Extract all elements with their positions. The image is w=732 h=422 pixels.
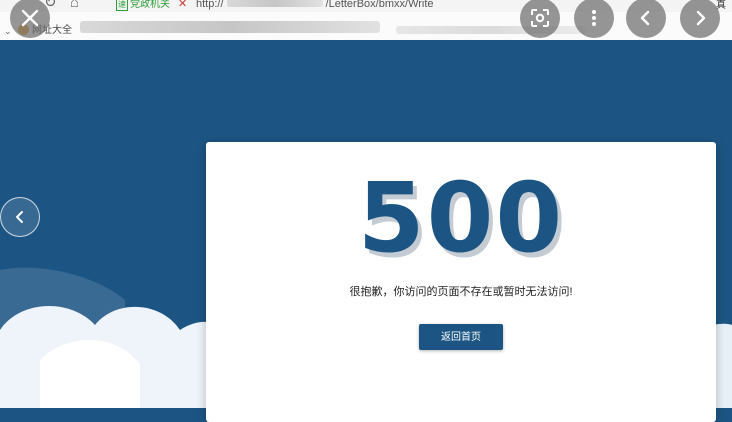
chevron-left-icon (640, 10, 650, 26)
address-prefix: http:// (196, 0, 224, 10)
error-code: 500 (357, 162, 565, 274)
side-prev-button[interactable] (0, 197, 40, 237)
address-suffix: /LetterBox/bmxx/Write (325, 0, 434, 10)
chevron-down-icon[interactable]: ⌄ (4, 26, 12, 37)
browser-chrome: ↻ ⌂ 速党政机关 ✕ http:///LetterBox/bmxx/Write… (0, 0, 732, 40)
bookmark-tab-label: 党政机关 (130, 0, 170, 10)
address-blurred (226, 0, 323, 7)
error-message: 很抱歉，你访问的页面不存在或暂时无法访问! (349, 286, 573, 298)
chevron-left-icon (16, 211, 23, 223)
close-icon (21, 9, 39, 27)
back-to-home-button[interactable]: 返回首页 (419, 324, 503, 350)
address-bar[interactable]: http:// /LetterBox/bmxx/Write (196, 0, 434, 10)
scan-icon (531, 9, 549, 27)
blurred-bookmarks (80, 21, 380, 33)
chevron-right-icon (696, 10, 706, 26)
more-vertical-icon (592, 10, 596, 26)
bookmark-bar: ⌄ 网址大全 (0, 12, 732, 40)
bookmark-badge: 速 (116, 0, 128, 11)
error-card: 500 很抱歉，你访问的页面不存在或暂时无法访问! 返回首页 (206, 142, 716, 422)
bookmark-tab[interactable]: 速党政机关 (116, 0, 170, 11)
page-icon: ✕ (178, 0, 188, 10)
home-icon[interactable]: ⌂ (70, 0, 79, 10)
toolbar: ↻ ⌂ 速党政机关 ✕ http:///LetterBox/bmxx/Write… (0, 0, 732, 12)
